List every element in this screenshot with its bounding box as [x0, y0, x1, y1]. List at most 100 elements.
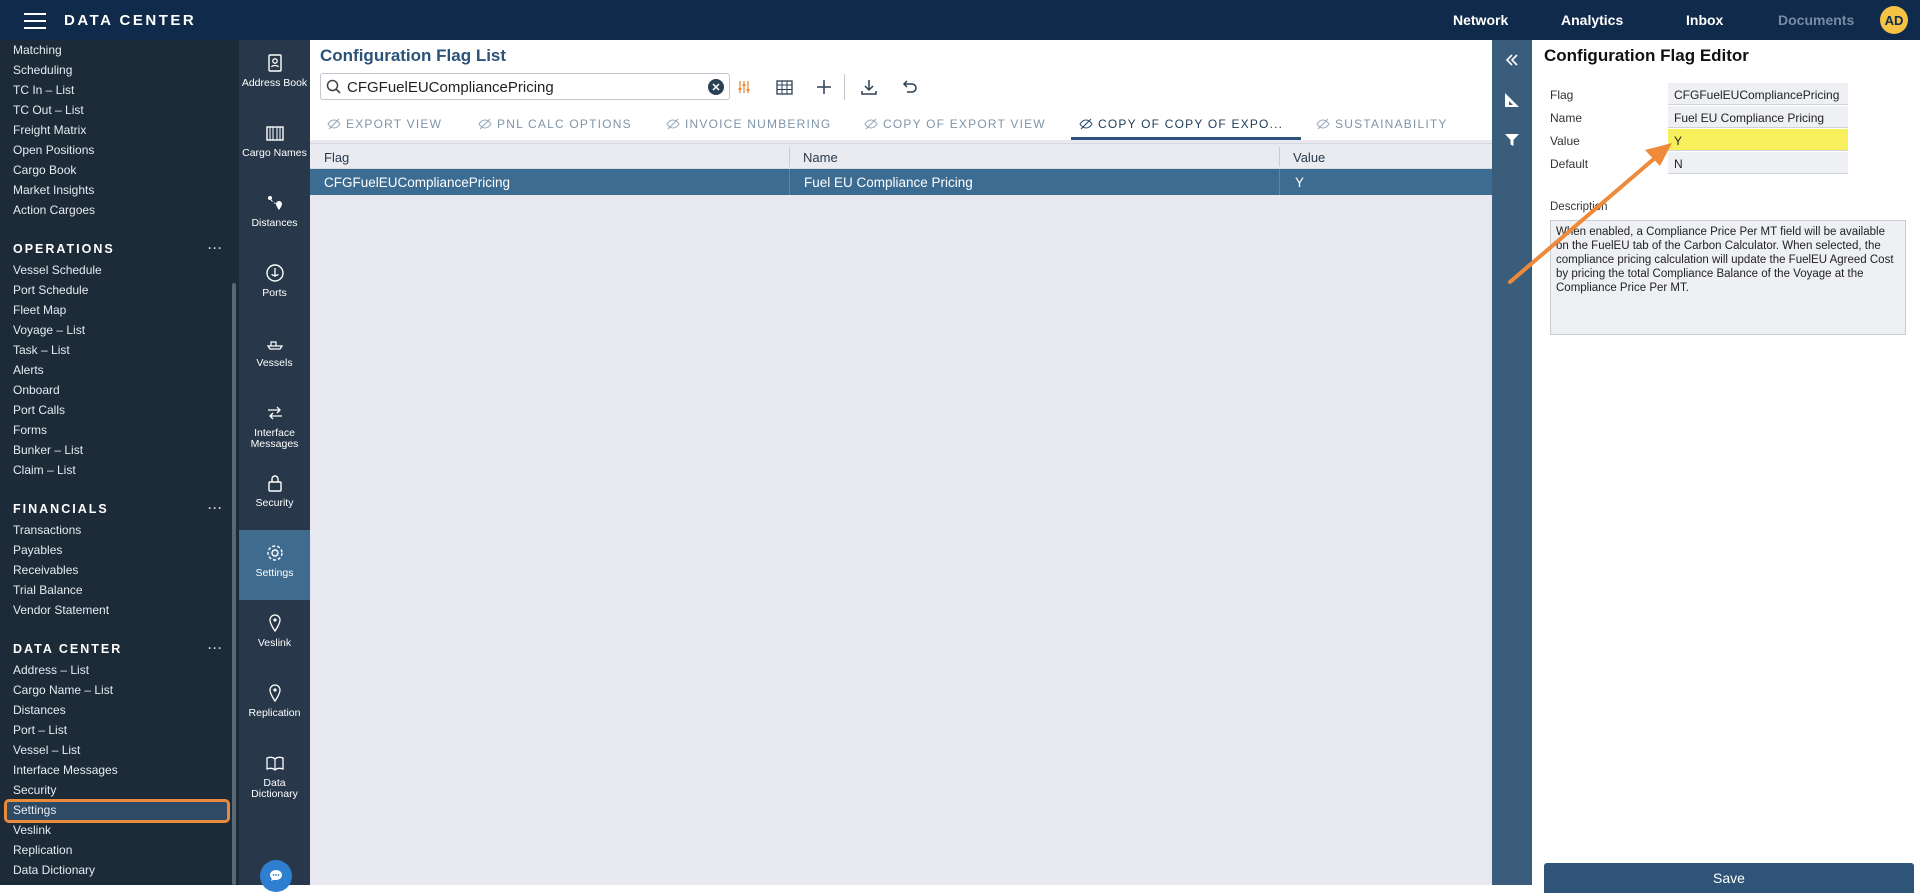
menu-icon[interactable] — [24, 13, 46, 29]
nav-item[interactable]: Claim – List — [13, 463, 76, 477]
eye-slash-icon — [666, 118, 680, 130]
rail-data-dictionary[interactable]: Data Dictionary — [239, 753, 310, 823]
nav-item[interactable]: Replication — [13, 843, 72, 857]
refresh-button[interactable] — [899, 76, 921, 98]
more-icon[interactable]: ··· — [208, 641, 223, 655]
rail-veslink[interactable]: Veslink — [239, 613, 310, 683]
nav-item[interactable]: Distances — [13, 703, 66, 717]
column-divider[interactable] — [1279, 147, 1280, 167]
nav-item[interactable]: TC Out – List — [13, 103, 84, 117]
nav-item[interactable]: Trial Balance — [13, 583, 83, 597]
tab-export-view[interactable]: EXPORT VIEW — [327, 117, 442, 131]
scrollbar[interactable] — [232, 283, 236, 885]
nav-item[interactable]: Fleet Map — [13, 303, 66, 317]
topnav-inbox[interactable]: Inbox — [1686, 12, 1723, 28]
column-divider[interactable] — [789, 147, 790, 167]
tab-copy-of-export-view[interactable]: COPY OF EXPORT VIEW — [864, 117, 1046, 131]
nav-item[interactable]: Vessel – List — [13, 743, 80, 757]
clear-icon[interactable]: ✕ — [708, 79, 724, 95]
nav-item[interactable]: Port Schedule — [13, 283, 88, 297]
column-header-value[interactable]: Value — [1293, 150, 1325, 165]
save-button[interactable]: Save — [1544, 863, 1914, 893]
nav-item[interactable]: Cargo Book — [13, 163, 76, 177]
rail-interface-messages[interactable]: Interface Messages — [239, 403, 310, 473]
nav-item[interactable]: Payables — [13, 543, 62, 557]
main-header: Configuration Flag List CFGFuelEUComplia… — [310, 40, 1492, 140]
rail-address-book[interactable]: Address Book — [239, 53, 310, 123]
avatar[interactable]: AD — [1880, 6, 1908, 34]
section-header-datacenter: DATA CENTER — [13, 642, 123, 656]
nav-item[interactable]: Scheduling — [13, 63, 72, 77]
table-icon — [775, 79, 793, 95]
field-value[interactable]: Y — [1668, 129, 1848, 151]
nav-item[interactable]: Bunker – List — [13, 443, 83, 457]
nav-item[interactable]: Open Positions — [13, 143, 94, 157]
nav-item[interactable]: Security — [13, 783, 56, 797]
nav-item[interactable]: Market Insights — [13, 183, 94, 197]
rail-vessels[interactable]: Vessels — [239, 333, 310, 403]
section-header-financials: FINANCIALS — [13, 502, 109, 516]
nav-item[interactable]: Port Calls — [13, 403, 65, 417]
add-button[interactable] — [813, 76, 835, 98]
nav-item[interactable]: Voyage – List — [13, 323, 85, 337]
nav-item[interactable]: Port – List — [13, 723, 67, 737]
field-name[interactable]: Fuel EU Compliance Pricing — [1668, 106, 1848, 128]
nav-item[interactable]: Transactions — [13, 523, 81, 537]
description-field[interactable]: When enabled, a Compliance Price Per MT … — [1550, 220, 1906, 335]
filter-button[interactable] — [1502, 130, 1522, 150]
cell-value: Y — [1295, 175, 1305, 190]
nav-item[interactable]: Task – List — [13, 343, 70, 357]
nav-item[interactable]: Veslink — [13, 823, 51, 837]
editor-side-rail — [1492, 40, 1532, 885]
nav-item[interactable]: Receivables — [13, 563, 78, 577]
more-icon[interactable]: ··· — [208, 241, 223, 255]
tab-invoice-numbering[interactable]: INVOICE NUMBERING — [666, 117, 831, 131]
nav-item[interactable]: Cargo Name – List — [13, 683, 113, 697]
collapse-button[interactable] — [1502, 50, 1522, 70]
map-pin-icon — [268, 684, 281, 703]
table-row[interactable]: CFGFuelEUCompliancePricing Fuel EU Compl… — [310, 169, 1492, 195]
nav-item[interactable]: Alerts — [13, 363, 44, 377]
tab-sustainability[interactable]: SUSTAINABILITY — [1316, 117, 1448, 131]
layout-button[interactable] — [1502, 90, 1522, 110]
column-header-flag[interactable]: Flag — [324, 150, 349, 165]
filter-settings-button[interactable] — [733, 76, 755, 98]
chat-button[interactable] — [260, 860, 292, 892]
nav-item[interactable]: Data Dictionary — [13, 863, 95, 877]
more-icon[interactable]: ··· — [208, 501, 223, 515]
field-flag[interactable]: CFGFuelEUCompliancePricing — [1668, 83, 1848, 105]
module-rail: Address Book Cargo Names Distances Ports… — [239, 40, 310, 892]
undo-icon — [902, 80, 917, 93]
vessel-icon — [266, 341, 283, 350]
nav-item[interactable]: Matching — [13, 43, 62, 57]
chat-icon — [270, 870, 282, 881]
search-input[interactable]: CFGFuelEUCompliancePricing ✕ — [320, 73, 730, 100]
field-label-default: Default — [1550, 157, 1589, 171]
rail-replication[interactable]: Replication — [239, 683, 310, 753]
rail-settings[interactable]: Settings — [239, 530, 310, 600]
rail-ports[interactable]: Ports — [239, 263, 310, 333]
tab-pnl-calc-options[interactable]: PNL CALC OPTIONS — [478, 117, 632, 131]
nav-item[interactable]: Vendor Statement — [13, 603, 109, 617]
editor-title: Configuration Flag Editor — [1544, 46, 1749, 65]
field-default[interactable]: N — [1668, 152, 1848, 174]
column-header-name[interactable]: Name — [803, 150, 838, 165]
main-panel: Configuration Flag List CFGFuelEUComplia… — [310, 40, 1492, 885]
tab-copy-of-copy-of-export[interactable]: COPY OF COPY OF EXPO... — [1079, 117, 1283, 131]
nav-item[interactable]: Freight Matrix — [13, 123, 86, 137]
topnav-analytics[interactable]: Analytics — [1561, 12, 1623, 28]
nav-item-settings[interactable]: Settings — [13, 803, 56, 817]
nav-item[interactable]: Forms — [13, 423, 47, 437]
nav-item[interactable]: Action Cargoes — [13, 203, 95, 217]
nav-item[interactable]: TC In – List — [13, 83, 74, 97]
nav-item[interactable]: Interface Messages — [13, 763, 118, 777]
active-tab-indicator — [1071, 137, 1301, 140]
nav-item[interactable]: Address – List — [13, 663, 89, 677]
rail-distances[interactable]: Distances — [239, 193, 310, 263]
nav-item[interactable]: Onboard — [13, 383, 60, 397]
grid-view-button[interactable] — [773, 76, 795, 98]
nav-item[interactable]: Vessel Schedule — [13, 263, 102, 277]
topnav-network[interactable]: Network — [1453, 12, 1508, 28]
rail-cargo-names[interactable]: Cargo Names — [239, 123, 310, 193]
download-button[interactable] — [858, 76, 880, 98]
